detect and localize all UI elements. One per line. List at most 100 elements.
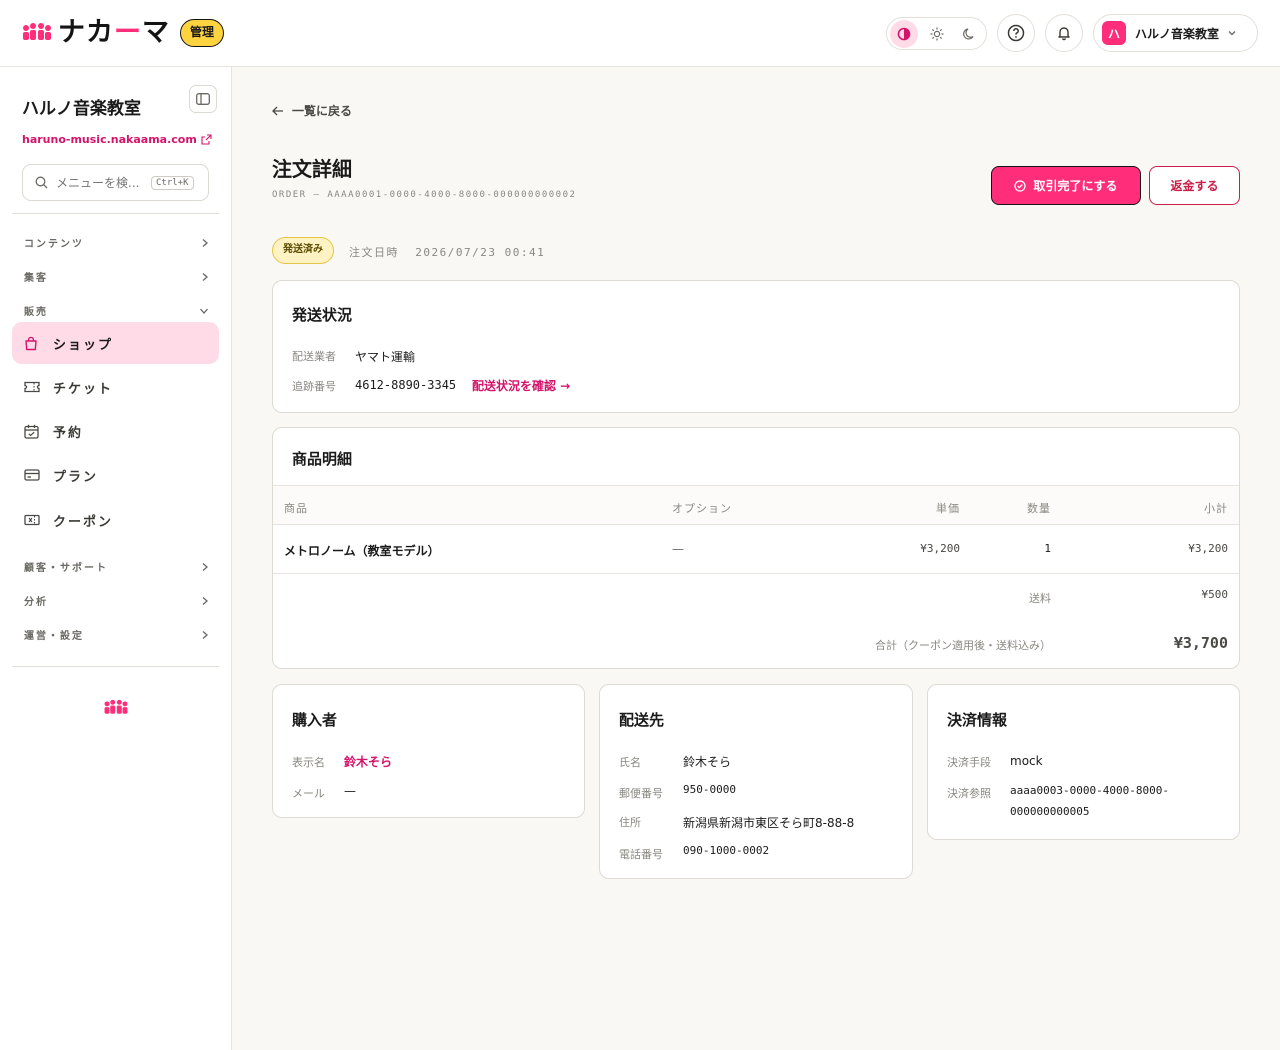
order-date-label: 注文日時 xyxy=(349,246,399,259)
brand-wordmark: ナカーマ xyxy=(58,17,170,48)
column-header-subtotal: 小計 xyxy=(1204,502,1228,515)
product-name: メトロノーム（教室モデル） xyxy=(284,544,440,558)
sidebar: ハルノ音楽教室 haruno-music.nakaama.com Ctrl+K … xyxy=(0,67,232,1050)
email-label: メール xyxy=(292,787,325,800)
section-label: 分析 xyxy=(24,597,48,608)
complete-transaction-button[interactable]: 取引完了にする xyxy=(991,166,1141,205)
zip-label: 郵便番号 xyxy=(619,787,663,800)
contrast-theme-button[interactable] xyxy=(890,20,918,48)
coupon-icon xyxy=(24,511,42,529)
zip-value: 950-0000 xyxy=(683,783,736,796)
site-url-link[interactable]: haruno-music.nakaama.com xyxy=(22,133,212,146)
address-label: 住所 xyxy=(619,816,641,829)
section-customer-support[interactable]: 顧客・サポート xyxy=(24,559,209,574)
order-date: 注文日時 2026/07/23 00:41 xyxy=(349,244,545,260)
chevron-right-icon xyxy=(202,596,208,605)
menu-search-input[interactable] xyxy=(56,175,148,190)
sidebar-item-label: ショップ xyxy=(53,337,114,353)
display-name-label: 表示名 xyxy=(292,756,325,769)
table-row: メトロノーム（教室モデル） — ¥3,200 1 ¥3,200 xyxy=(273,525,1239,574)
light-theme-button[interactable] xyxy=(923,20,951,48)
dark-theme-button[interactable] xyxy=(955,20,983,48)
shopping-bag-icon xyxy=(24,334,42,352)
email-value: — xyxy=(344,784,356,798)
sidebar-item-label: チケット xyxy=(53,381,114,397)
chevron-right-icon xyxy=(202,630,208,639)
card-title: 発送状況 xyxy=(292,306,353,324)
column-header-product: 商品 xyxy=(284,502,308,515)
tracking-label: 追跡番号 xyxy=(292,380,336,393)
sidebar-item-label: 予約 xyxy=(53,425,84,441)
sidebar-item-label: クーポン xyxy=(53,514,114,530)
footer-logo xyxy=(102,699,130,721)
track-shipment-link[interactable]: 配送状況を確認 → xyxy=(472,377,570,394)
menu-search: Ctrl+K xyxy=(22,164,209,201)
section-operations-settings[interactable]: 運営・設定 xyxy=(24,627,209,642)
carrier-value: ヤマト運輸 xyxy=(355,350,416,364)
admin-badge: 管理 xyxy=(180,19,225,47)
section-contents[interactable]: コンテンツ xyxy=(24,235,209,250)
total-label: 合計（クーポン適用後・送料込み） xyxy=(875,639,1051,652)
column-header-option: オプション xyxy=(672,502,732,515)
search-icon xyxy=(35,176,48,189)
site-url-text: haruno-music.nakaama.com xyxy=(22,133,197,146)
contrast-icon xyxy=(897,27,911,41)
payment-ref-label: 決済参照 xyxy=(947,787,991,800)
help-button[interactable] xyxy=(997,14,1035,52)
brand-logo[interactable]: ナカーマ xyxy=(22,18,170,48)
column-header-qty: 数量 xyxy=(1027,502,1051,515)
payment-method: mock xyxy=(1010,754,1043,768)
carrier-label: 配送業者 xyxy=(292,350,336,363)
section-sales[interactable]: 販売 xyxy=(24,303,209,318)
people-logo-icon xyxy=(23,23,51,40)
back-to-list-link[interactable]: 一覧に戻る xyxy=(272,102,352,119)
sidebar-item-plan[interactable]: プラン xyxy=(12,454,219,496)
bell-icon xyxy=(1058,27,1070,41)
check-circle-icon xyxy=(1014,179,1027,192)
account-name: ハルノ音楽教室 xyxy=(1135,26,1220,41)
ticket-icon xyxy=(24,378,42,396)
table-header: 商品 オプション 単価 数量 小計 xyxy=(273,485,1239,525)
phone-label: 電話番号 xyxy=(619,848,663,861)
shipping-fee-label: 送料 xyxy=(1029,592,1051,605)
section-label: 販売 xyxy=(24,307,48,318)
section-analytics[interactable]: 分析 xyxy=(24,593,209,608)
refund-button[interactable]: 返金する xyxy=(1149,166,1240,205)
section-acquisition[interactable]: 集客 xyxy=(24,269,209,284)
calendar-icon xyxy=(24,422,42,440)
payment-ref-line1: aaaa0003-0000-4000-8000- xyxy=(1010,784,1169,797)
shipping-status-card: 発送状況 配送業者 ヤマト運輸 追跡番号 4612-8890-3345 配送状況… xyxy=(272,280,1240,413)
shipping-fee-value: ¥500 xyxy=(1201,588,1229,601)
sidebar-toggle-icon xyxy=(196,93,210,105)
sidebar-item-reservation[interactable]: 予約 xyxy=(12,410,219,452)
order-id: ORDER — AAAA0001-0000-4000-8000-00000000… xyxy=(272,190,577,200)
address-value: 新潟県新潟市東区そら町8-88-8 xyxy=(683,816,855,830)
tracking-number: 4612-8890-3345 xyxy=(355,378,457,392)
card-title: 購入者 xyxy=(292,711,338,729)
section-label: 集客 xyxy=(24,273,48,284)
product-option: — xyxy=(672,542,684,556)
page-title: 注文詳細 xyxy=(272,157,352,181)
complete-button-label: 取引完了にする xyxy=(1033,179,1118,193)
card-title: 決済情報 xyxy=(947,711,1008,729)
column-header-price: 単価 xyxy=(936,502,960,515)
section-label: 運営・設定 xyxy=(24,631,84,642)
account-menu[interactable]: ハ ハルノ音楽教室 xyxy=(1093,14,1258,52)
order-date-value: 2026/07/23 00:41 xyxy=(415,246,546,259)
notifications-button[interactable] xyxy=(1045,14,1083,52)
moon-icon xyxy=(963,28,974,40)
section-label: コンテンツ xyxy=(24,239,84,250)
buyer-name-link[interactable]: 鈴木そら xyxy=(344,753,392,770)
payment-card: 決済情報 決済手段 mock 決済参照 aaaa0003-0000-4000-8… xyxy=(927,684,1240,840)
order-items-card: 商品明細 商品 オプション 単価 数量 小計 メトロノーム（教室モデル） — ¥… xyxy=(272,427,1240,669)
status-badge: 発送済み xyxy=(272,237,334,264)
sun-icon xyxy=(930,27,944,41)
sidebar-item-shop[interactable]: ショップ xyxy=(12,322,219,364)
account-avatar: ハ xyxy=(1102,21,1126,45)
collapse-sidebar-button[interactable] xyxy=(189,85,217,113)
sidebar-item-ticket[interactable]: チケット xyxy=(12,366,219,408)
sidebar-divider xyxy=(12,213,219,214)
payment-method-label: 決済手段 xyxy=(947,756,991,769)
sidebar-item-coupon[interactable]: クーポン xyxy=(12,499,219,541)
product-subtotal: ¥3,200 xyxy=(1188,542,1228,555)
